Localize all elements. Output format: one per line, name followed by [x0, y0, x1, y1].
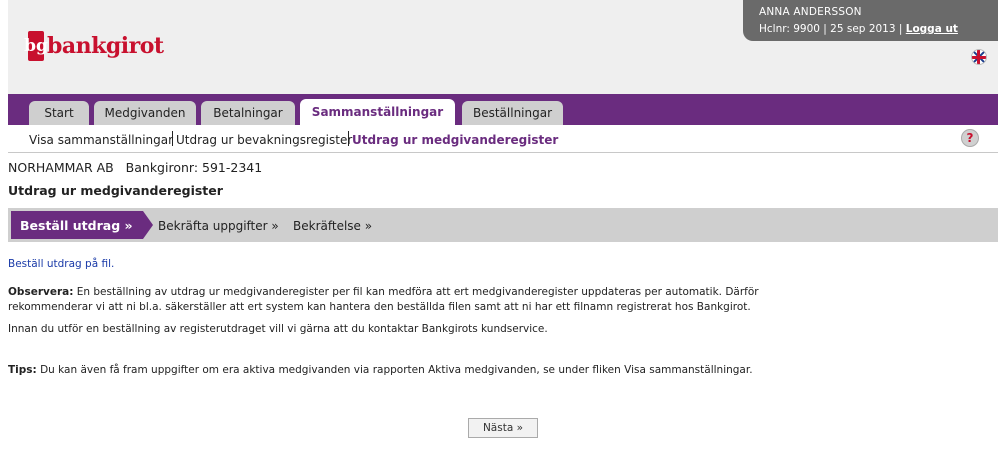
- step-bestall-utdrag: Beställ utdrag »: [11, 211, 143, 239]
- subnav-divider: [172, 131, 173, 146]
- tab-medgivanden[interactable]: Medgivanden: [94, 101, 196, 125]
- subnav-divider: [348, 131, 349, 146]
- tips-paragraph: Tips: Du kan även få fram uppgifter om e…: [8, 363, 993, 378]
- tab-sammanstallningar[interactable]: Sammanställningar: [300, 99, 455, 125]
- observe-label: Observera:: [8, 286, 74, 298]
- bankgirot-logo[interactable]: bg bankgirot: [24, 30, 164, 62]
- observe-text-2: rekommenderar vi att ni bl.a. säkerställ…: [8, 301, 751, 313]
- company-info: NORHAMMAR AB Bankgironr: 591-2341: [8, 160, 262, 175]
- tab-betalningar[interactable]: Betalningar: [201, 101, 295, 125]
- main-tabs: Start Medgivanden Betalningar Sammanstäl…: [8, 94, 998, 125]
- user-details: Hclnr: 9900 | 25 sep 2013 |: [759, 23, 903, 35]
- next-button[interactable]: Nästa »: [468, 418, 538, 438]
- step-indicator: Beställ utdrag » Bekräfta uppgifter » Be…: [8, 208, 998, 242]
- uk-flag-icon[interactable]: [971, 49, 987, 65]
- user-name: ANNA ANDERSSON: [759, 6, 862, 18]
- subnav-bevakningsregister[interactable]: Utdrag ur bevakningsregister: [176, 133, 352, 147]
- observe-paragraph: Observera: En beställning av utdrag ur m…: [8, 285, 993, 315]
- logout-link[interactable]: Logga ut: [906, 23, 958, 35]
- observe-text-1: En beställning av utdrag ur medgivandere…: [76, 286, 759, 298]
- subnav-medgivanderegister[interactable]: Utdrag ur medgivanderegister: [352, 133, 558, 147]
- tips-text: Du kan även få fram uppgifter om era akt…: [40, 364, 753, 376]
- logo-mark-icon: bg: [24, 31, 48, 61]
- step-arrow: [143, 211, 153, 239]
- order-file-link[interactable]: Beställ utdrag på fil.: [8, 258, 114, 270]
- user-panel: ANNA ANDERSSON Hclnr: 9900 | 25 sep 2013…: [743, 0, 998, 41]
- step-bekrafta-uppgifter: Bekräfta uppgifter »: [158, 219, 279, 233]
- page-title: Utdrag ur medgivanderegister: [8, 183, 223, 198]
- user-info: Hclnr: 9900 | 25 sep 2013 | Logga ut: [759, 23, 958, 35]
- tab-bestallningar[interactable]: Beställningar: [462, 101, 563, 125]
- subnav-visa-sammanstallningar[interactable]: Visa sammanställningar: [29, 133, 173, 147]
- logo-text: bankgirot: [47, 33, 164, 59]
- tips-label: Tips:: [8, 364, 37, 376]
- help-icon[interactable]: ?: [961, 129, 979, 147]
- company-name: NORHAMMAR AB: [8, 160, 114, 175]
- contact-paragraph: Innan du utför en beställning av registe…: [8, 323, 548, 335]
- sub-navigation: Visa sammanställningar Utdrag ur bevakni…: [8, 125, 998, 153]
- bankgiro-number: Bankgironr: 591-2341: [125, 160, 263, 175]
- step-bekraftelse: Bekräftelse »: [293, 219, 373, 233]
- tab-start[interactable]: Start: [29, 101, 89, 125]
